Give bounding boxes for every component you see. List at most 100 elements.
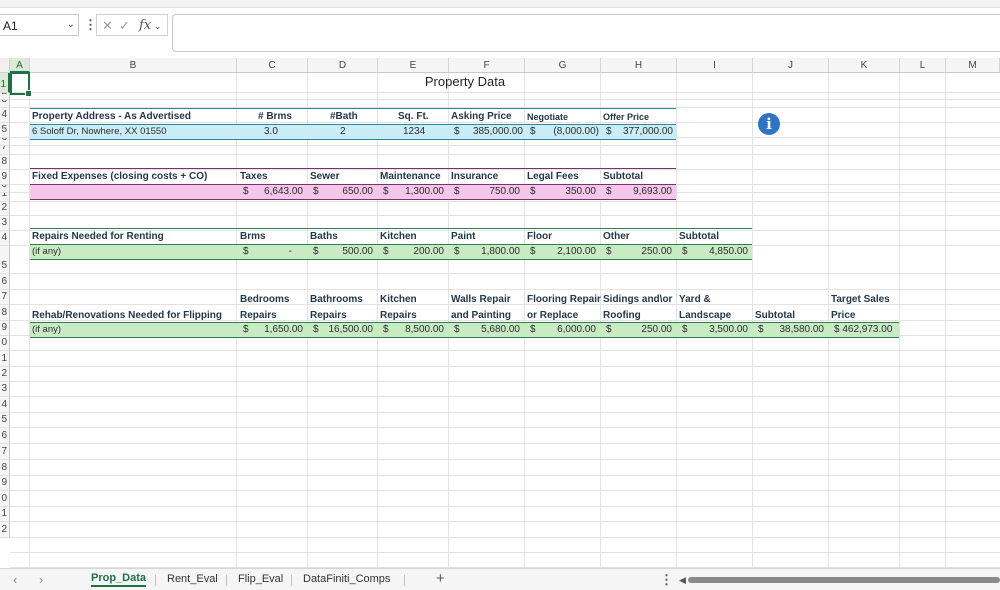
- column-header-d[interactable]: D: [308, 58, 378, 73]
- tab-flip-eval[interactable]: Flip_Eval: [238, 573, 283, 585]
- cell-rent-kitchen[interactable]: 200.00: [391, 246, 444, 257]
- prev-sheet-icon[interactable]: ‹: [13, 572, 17, 587]
- cell-flip-kitchen[interactable]: 8,500.00: [391, 324, 444, 335]
- active-cell-a1[interactable]: [10, 72, 32, 97]
- tab-prop-data[interactable]: Prop_Data: [91, 572, 147, 587]
- row-header[interactable]: 2: [0, 367, 10, 382]
- formula-input[interactable]: [172, 14, 1000, 52]
- row-header[interactable]: 4: [0, 108, 10, 123]
- cell-bath[interactable]: 2: [340, 126, 346, 137]
- header-flip-target[interactable]: Target Sales: [831, 294, 890, 305]
- row-header[interactable]: 0: [0, 185, 10, 193]
- tab-rent-eval[interactable]: Rent_Eval: [167, 573, 218, 585]
- name-box[interactable]: A1 ⌄: [0, 14, 79, 36]
- cell-address[interactable]: 6 Soloff Dr, Nowhere, XX 01550: [32, 126, 167, 137]
- row-header[interactable]: 8: [0, 305, 10, 321]
- row-header[interactable]: 2: [0, 522, 10, 538]
- info-icon[interactable]: i: [758, 113, 780, 135]
- row-header[interactable]: 6: [0, 274, 10, 290]
- cell-rent-brms[interactable]: -: [251, 246, 292, 257]
- cell-flip-yard[interactable]: 3,500.00: [690, 324, 748, 335]
- row-header[interactable]: 3: [0, 382, 10, 397]
- enter-icon[interactable]: ✓: [119, 18, 130, 34]
- column-header-l[interactable]: L: [900, 58, 946, 73]
- header-flip-walls[interactable]: Walls Repair: [451, 294, 511, 305]
- cell-flip-sidings[interactable]: 250.00: [614, 324, 672, 335]
- row-header[interactable]: 5: [0, 413, 10, 428]
- cell-taxes[interactable]: 6,643.00: [251, 186, 303, 197]
- cell-brms[interactable]: 3.0: [264, 126, 278, 137]
- header-rent-brms[interactable]: Brms: [240, 231, 266, 242]
- header-flip-subtotal[interactable]: Subtotal: [755, 310, 795, 321]
- next-sheet-icon[interactable]: ›: [39, 572, 43, 587]
- cell-legal-fees[interactable]: 350.00: [538, 186, 596, 197]
- column-header-f[interactable]: F: [449, 58, 525, 73]
- header-flip-sidings[interactable]: Sidings and\or: [603, 294, 672, 305]
- column-header-b[interactable]: B: [30, 58, 237, 73]
- row-header[interactable]: 9: [0, 476, 10, 491]
- more-options-icon[interactable]: ⋮: [660, 572, 673, 588]
- header-subtotal[interactable]: Subtotal: [603, 171, 643, 182]
- column-header-i[interactable]: I: [677, 58, 753, 73]
- header-flip-yard[interactable]: Yard &: [679, 294, 711, 305]
- header-negotiate[interactable]: Negotiate: [527, 112, 568, 122]
- cell-sewer[interactable]: 650.00: [321, 186, 373, 197]
- tab-datafiniti-comps[interactable]: DataFiniti_Comps: [303, 573, 390, 585]
- cell-flip-bedrooms[interactable]: 1,650.00: [251, 324, 303, 335]
- header-asking-price[interactable]: Asking Price: [451, 111, 512, 122]
- cell-rent-subtotal[interactable]: 4,850.00: [690, 246, 748, 257]
- cell-flip-flooring[interactable]: 6,000.00: [538, 324, 596, 335]
- header-rent-paint[interactable]: Paint: [451, 231, 475, 242]
- cell-rent-other[interactable]: 250.00: [614, 246, 672, 257]
- header-property-address[interactable]: Property Address - As Advertised: [32, 111, 191, 122]
- cancel-icon[interactable]: ✕: [102, 18, 113, 34]
- cell-maintenance[interactable]: 1,300.00: [391, 186, 444, 197]
- cell-insurance[interactable]: 750.00: [462, 186, 520, 197]
- cell-rent-floor[interactable]: 2,100.00: [538, 246, 596, 257]
- header-rent-kitchen[interactable]: Kitchen: [380, 231, 417, 242]
- header-sewer[interactable]: Sewer: [310, 171, 339, 182]
- horizontal-scrollbar[interactable]: [688, 577, 1000, 583]
- row-header[interactable]: 1: [0, 351, 10, 367]
- header-sqft[interactable]: Sq. Ft.: [398, 111, 429, 122]
- header-offer-price[interactable]: Offer Price: [603, 112, 649, 122]
- row-header[interactable]: 6: [0, 428, 10, 444]
- row-header[interactable]: 7: [0, 290, 10, 305]
- header-rent-other[interactable]: Other: [603, 231, 630, 242]
- cell-subtotal[interactable]: 9,693.00: [614, 186, 672, 197]
- row-header[interactable]: 1: [0, 73, 10, 93]
- row-header[interactable]: 4: [0, 231, 10, 246]
- chevron-down-icon[interactable]: ⌄: [154, 21, 162, 32]
- header-rent-baths[interactable]: Baths: [310, 231, 338, 242]
- cell-sqft[interactable]: 1234: [403, 126, 425, 137]
- cell-negotiate[interactable]: (8,000.00): [538, 126, 599, 137]
- cell-flip-bathrooms[interactable]: 16,500.00: [321, 324, 374, 335]
- column-header-j[interactable]: J: [753, 58, 829, 73]
- row-header[interactable]: 1: [0, 507, 10, 522]
- cell-rent-paint[interactable]: 1,800.00: [462, 246, 520, 257]
- cell-rent-label[interactable]: (if any): [32, 246, 61, 257]
- cell-flip-target-price[interactable]: $ 462,973.00: [834, 324, 892, 335]
- column-header-m[interactable]: M: [946, 58, 1000, 73]
- header-flip-flooring[interactable]: Flooring Repair: [527, 294, 601, 305]
- column-header-c[interactable]: C: [237, 58, 308, 73]
- header-maintenance[interactable]: Maintenance: [380, 171, 441, 182]
- insert-function-icon[interactable]: fx: [139, 18, 151, 33]
- row-header[interactable]: 0: [0, 491, 10, 507]
- row-header[interactable]: 2: [0, 202, 10, 216]
- cell-flip-subtotal[interactable]: 38,580.00: [766, 324, 825, 335]
- row-header[interactable]: 1: [0, 193, 10, 202]
- chevron-down-icon[interactable]: ⌄: [67, 19, 75, 30]
- row-header[interactable]: 5: [0, 123, 10, 138]
- cell-offer-price[interactable]: 377,000.00: [614, 126, 673, 137]
- row-header[interactable]: 9: [0, 170, 10, 185]
- column-header-a[interactable]: A: [10, 58, 30, 73]
- row-header[interactable]: 8: [0, 155, 10, 170]
- row-header[interactable]: 6: [0, 138, 10, 146]
- add-sheet-button[interactable]: +: [436, 570, 445, 587]
- select-all-corner[interactable]: [0, 58, 10, 73]
- column-header-k[interactable]: K: [829, 58, 900, 73]
- header-flip-kitchen[interactable]: Kitchen: [380, 294, 417, 305]
- header-fixed-expenses[interactable]: Fixed Expenses (closing costs + CO): [32, 171, 207, 182]
- row-header[interactable]: 2: [0, 93, 10, 100]
